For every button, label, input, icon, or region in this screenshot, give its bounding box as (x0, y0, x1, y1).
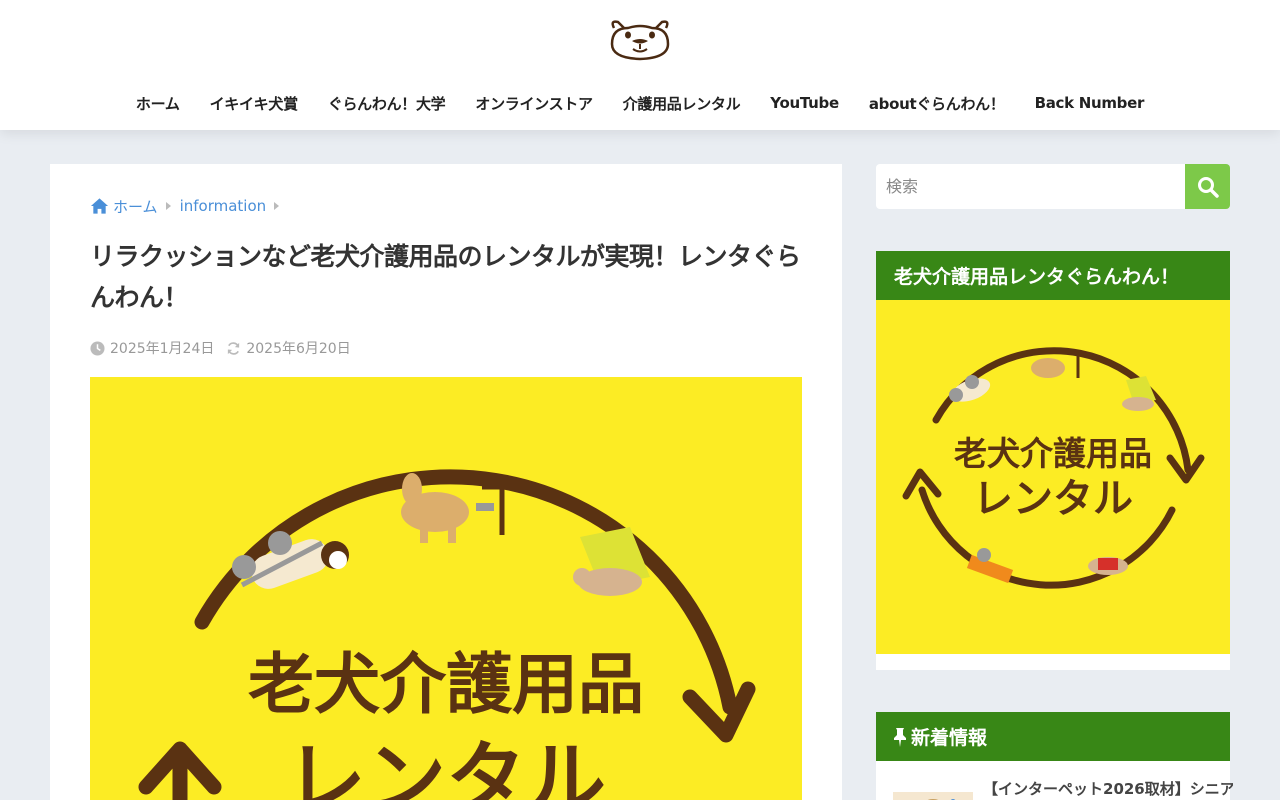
clock-icon (90, 340, 105, 356)
news-thumbnail (893, 792, 973, 800)
post-dates: 2025年1月24日 2025年6月20日 (90, 338, 363, 358)
article-title: リラクッションなど老犬介護用品のレンタルが実現！レンタぐらんわん！ (90, 242, 801, 312)
article-card: ホーム information リラクッションなど老犬介護用品のレンタルが実現！… (50, 164, 842, 800)
breadcrumb-category[interactable]: information (180, 197, 267, 215)
updated-date: 2025年6月20日 (246, 341, 351, 357)
search-box (876, 164, 1230, 209)
breadcrumb: ホーム information (90, 196, 288, 216)
dog-wheelchair-illustration (232, 531, 349, 589)
news-item[interactable]: 【インターペット2026取材】シニア (893, 778, 1233, 800)
refresh-icon (228, 341, 240, 355)
search-icon (1197, 176, 1219, 198)
dog-logo-icon[interactable] (608, 18, 672, 62)
eyecatch-text-line2: レンタル (286, 733, 606, 800)
nav-item-care-rental[interactable]: 介護用品レンタル (608, 93, 756, 114)
rental-cycle-small-illustration: 老犬介護用品 レンタル (902, 347, 1205, 589)
rental-widget: 老犬介護用品レンタぐらんわん！ 老犬介護用品 レンタル (876, 251, 1230, 670)
news-widget-title: 新着情報 (911, 727, 988, 749)
breadcrumb-separator-icon (274, 202, 280, 210)
rental-widget-title: 老犬介護用品レンタぐらんわん！ (876, 251, 1230, 300)
search-input[interactable] (876, 164, 1186, 209)
nav-item-university[interactable]: ぐらんわん！大学 (313, 93, 461, 114)
breadcrumb-home[interactable]: ホーム (113, 196, 158, 217)
rental-cycle-illustration: 老犬介護用品 レンタル (138, 469, 756, 800)
main-nav: ホーム イキイキ犬賞 ぐらんわん！大学 オンラインストア 介護用品レンタル Yo… (0, 80, 1280, 126)
nav-item-online-store[interactable]: オンラインストア (460, 93, 607, 114)
news-widget: 新着情報 【インターペット2026取材】シニア (876, 712, 1233, 800)
dog-lying-illustration (573, 527, 650, 596)
nav-item-youtube[interactable]: YouTube (755, 94, 854, 112)
widget-image-text-line2: レンタル (973, 476, 1133, 522)
breadcrumb-separator-icon (165, 202, 171, 210)
nav-item-back-number[interactable]: Back Number (1020, 94, 1160, 112)
widget-image-text-line1: 老犬介護用品 (954, 434, 1152, 473)
site-header: ホーム イキイキ犬賞 ぐらんわん！大学 オンラインストア 介護用品レンタル Yo… (0, 0, 1280, 130)
home-icon (90, 198, 109, 214)
eyecatch-text-line1: 老犬介護用品 (248, 646, 644, 723)
nav-item-home[interactable]: ホーム (121, 93, 195, 114)
rental-widget-image[interactable]: 老犬介護用品 レンタル (876, 300, 1230, 654)
news-widget-header: 新着情報 (876, 712, 1230, 761)
published-date: 2025年1月24日 (110, 341, 215, 357)
search-button[interactable] (1185, 164, 1230, 209)
nav-item-about[interactable]: aboutぐらんわん！ (854, 93, 1020, 114)
news-item-title: 【インターペット2026取材】シニア (983, 780, 1233, 798)
pin-icon (894, 727, 906, 747)
nav-item-ikiiki-award[interactable]: イキイキ犬賞 (195, 93, 313, 114)
eyecatch-image: 老犬介護用品 レンタル (90, 377, 802, 800)
